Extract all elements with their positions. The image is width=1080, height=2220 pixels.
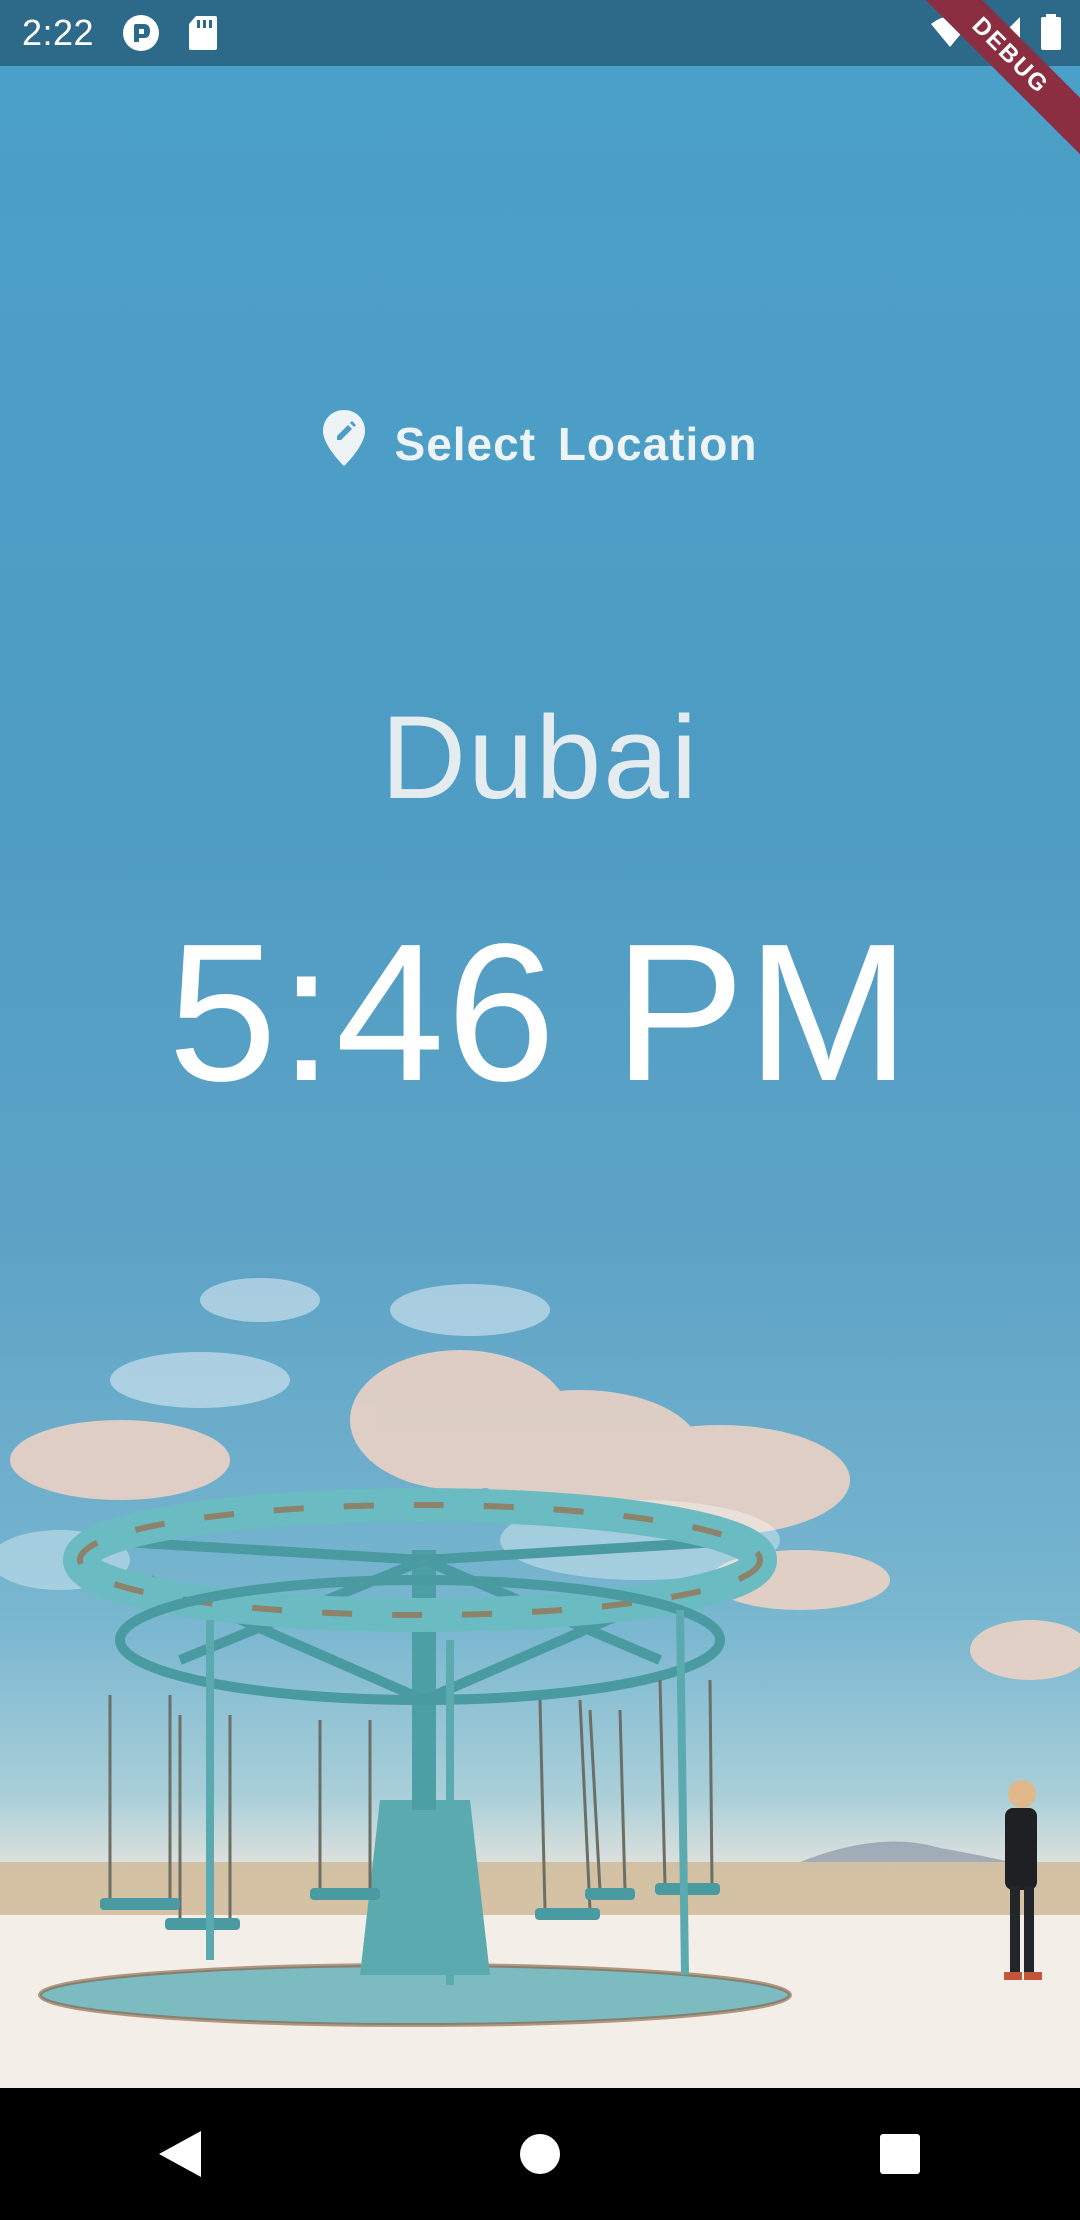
location-time: 5:46 PM [168,903,912,1122]
status-time: 2:22 [22,12,95,53]
status-bar: 2:22 DEBUG [0,0,1080,155]
battery-icon [1040,14,1062,55]
location-name: Dubai [380,692,700,824]
pocket-casts-icon [122,14,160,52]
select-location-label: Select Location [394,417,758,470]
status-icons-right [930,14,1062,55]
select-location-button[interactable]: Select Location [0,410,1080,477]
edit-location-icon [322,410,365,477]
back-icon [159,2131,201,2177]
back-button[interactable] [120,2094,240,2214]
navigation-bar [0,2088,1080,2220]
home-icon [520,2134,560,2174]
signal-icon [988,15,1022,54]
home-button[interactable] [480,2094,600,2214]
recents-icon [880,2134,920,2174]
wifi-icon [930,15,970,54]
sd-card-icon [188,15,218,51]
recents-button[interactable] [840,2094,960,2214]
app-screen: 2:22 DEBUG Select Location Dubai 5:46 PM [0,0,1080,2220]
